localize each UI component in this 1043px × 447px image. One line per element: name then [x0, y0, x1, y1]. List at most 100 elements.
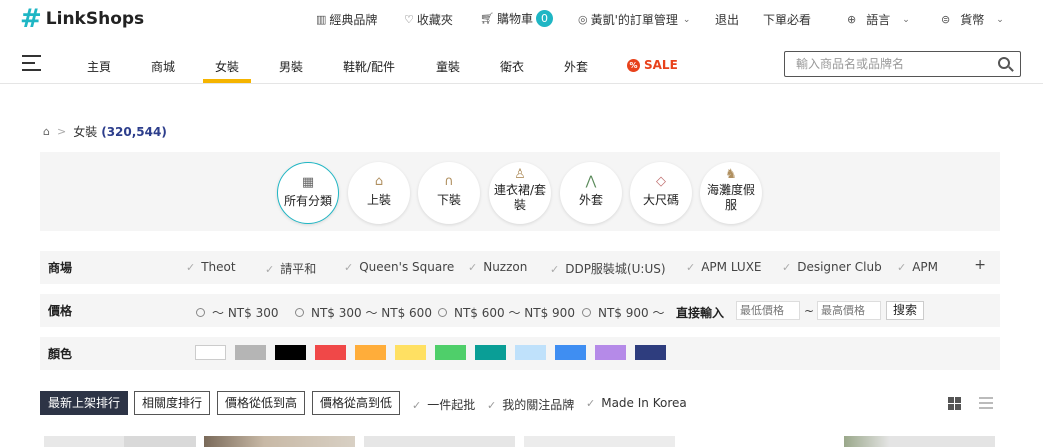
sort-relevance-button[interactable]: 相關度排行 — [134, 391, 211, 415]
top-nav-language[interactable]: ⊕ 語言 ⌄ — [847, 11, 910, 28]
mall-option[interactable]: ✓ 請平和 — [265, 260, 316, 277]
mall-option[interactable]: ✓ Theot — [186, 260, 236, 274]
breadcrumb-separator: > — [56, 125, 67, 138]
nav-item-mall[interactable]: 商城 — [151, 58, 175, 75]
top-nav-brands-label: 經典品牌 — [329, 13, 378, 27]
filter-made-in-korea-toggle[interactable]: ✓ Made In Korea — [586, 396, 687, 410]
top-nav-brands[interactable]: ▥ 經典品牌 — [316, 11, 377, 28]
nav-active-indicator — [203, 79, 251, 83]
category-outerwear[interactable]: ⋀ 外套 — [560, 162, 622, 224]
mall-option[interactable]: ✓ Designer Club — [782, 260, 882, 274]
menu-icon[interactable] — [22, 55, 41, 73]
nav-item-kids[interactable]: 童裝 — [436, 58, 460, 75]
color-swatch-black[interactable] — [275, 345, 306, 360]
price-option[interactable]: NT$ 900 ～ — [582, 304, 664, 321]
jacket-icon: ⋀ — [585, 174, 597, 189]
category-bottoms[interactable]: ∩ 下裝 — [418, 162, 480, 224]
category-tops[interactable]: ⌂ 上裝 — [348, 162, 410, 224]
category-label: 外套 — [578, 193, 603, 207]
color-swatch-red[interactable] — [315, 345, 346, 360]
mall-option[interactable]: ✓ APM — [897, 260, 938, 274]
product-thumbnail[interactable] — [44, 436, 124, 447]
category-plus-size[interactable]: ◇ 大尺碼 — [630, 162, 692, 224]
bunny-icon: ♞ — [725, 167, 737, 182]
top-nav-logout-label: 退出 — [715, 13, 740, 27]
top-nav-order-guide-label: 下單必看 — [763, 13, 812, 27]
logo-hash-icon: # — [20, 4, 42, 34]
color-swatch-blue[interactable] — [555, 345, 586, 360]
color-swatch-teal[interactable] — [475, 345, 506, 360]
sort-newest-button[interactable]: 最新上架排行 — [40, 391, 129, 415]
check-icon: ✓ — [782, 261, 792, 274]
price-option[interactable]: ～ NT$ 300 — [196, 304, 278, 321]
product-thumbnail[interactable] — [124, 436, 196, 447]
breadcrumb: ⌂ > 女裝 (320,544) — [43, 123, 167, 140]
check-icon: ✓ — [186, 261, 196, 274]
product-thumbnail[interactable] — [844, 436, 995, 447]
nav-item-shoes-accessories[interactable]: 鞋靴/配件 — [343, 58, 395, 75]
logo[interactable]: # LinkShops — [20, 4, 144, 34]
mall-option[interactable]: ✓ Nuzzon — [468, 260, 527, 274]
top-nav-orders[interactable]: ◎ 黃凱'的訂單管理 ⌄ — [578, 11, 690, 28]
sort-price-desc-button[interactable]: 價格從高到低 — [312, 391, 401, 415]
price-search-button[interactable]: 搜索 — [886, 301, 925, 320]
color-swatch-light-blue[interactable] — [515, 345, 546, 360]
top-nav-order-guide[interactable]: 下單必看 — [763, 11, 811, 28]
check-icon: ✓ — [265, 263, 275, 276]
color-swatch-gray[interactable] — [235, 345, 266, 360]
color-swatch-orange[interactable] — [355, 345, 386, 360]
mall-option[interactable]: ✓ DDP服裝城(U:US) — [550, 260, 666, 277]
color-swatch-purple[interactable] — [595, 345, 626, 360]
color-swatch-navy[interactable] — [635, 345, 666, 360]
color-swatch-white[interactable] — [195, 345, 226, 360]
nav-item-sale[interactable]: % SALE — [627, 58, 678, 72]
min-price-input[interactable] — [736, 301, 800, 320]
cart-icon: 🛒︎ — [480, 12, 494, 25]
product-thumbnail[interactable] — [524, 436, 675, 447]
check-icon: ✓ — [586, 397, 596, 410]
globe-icon: ⊕ — [847, 13, 857, 26]
max-price-input[interactable] — [817, 301, 881, 320]
check-icon: ✓ — [487, 399, 497, 412]
product-thumbnail[interactable] — [204, 436, 355, 447]
product-thumbnail[interactable] — [364, 436, 515, 447]
filter-followed-brands-toggle[interactable]: ✓ 我的關注品牌 — [487, 396, 574, 413]
top-nav-currency[interactable]: ⊜ 貨幣 ⌄ — [941, 11, 1004, 28]
list-view-icon[interactable] — [979, 397, 993, 410]
sort-price-asc-button[interactable]: 價格從低到高 — [217, 391, 306, 415]
home-icon[interactable]: ⌂ — [43, 125, 50, 138]
category-all[interactable]: ▦ 所有分類 — [277, 162, 339, 224]
grid-view-icon[interactable] — [948, 397, 961, 410]
nav-item-women[interactable]: 女裝 — [215, 58, 239, 75]
nav-item-outerwear[interactable]: 外套 — [564, 58, 588, 75]
search-box — [784, 51, 1021, 77]
chevron-down-icon: ⌄ — [902, 14, 910, 25]
mall-option[interactable]: ✓ Queen's Square — [344, 260, 454, 274]
nav-item-men[interactable]: 男裝 — [279, 58, 303, 75]
category-label: 上裝 — [366, 193, 391, 207]
grid-icon: ▦ — [301, 175, 315, 190]
mall-option[interactable]: ✓ APM LUXE — [686, 260, 762, 274]
color-swatch-yellow[interactable] — [395, 345, 426, 360]
top-nav-language-label: 語言 — [866, 13, 891, 27]
top-nav-cart[interactable]: 🛒︎ 購物車 0 — [480, 10, 553, 27]
category-beachwear[interactable]: ♞ 海灘度假服 — [700, 162, 762, 224]
category-label: 所有分類 — [283, 194, 332, 208]
category-label: 連衣裙/套裝 — [493, 183, 547, 212]
sale-label: SALE — [644, 58, 678, 72]
radio-icon — [196, 308, 205, 317]
color-swatch-green[interactable] — [435, 345, 466, 360]
price-option[interactable]: NT$ 300 ～ NT$ 600 — [295, 304, 432, 321]
nav-item-hoodies[interactable]: 衛衣 — [500, 58, 524, 75]
category-dresses[interactable]: ♙ 連衣裙/套裝 — [489, 162, 551, 224]
top-nav-favorites[interactable]: ♡ 收藏夾 — [404, 11, 453, 28]
check-icon: ✓ — [550, 263, 560, 276]
top-nav-logout[interactable]: 退出 — [715, 11, 739, 28]
top-nav-orders-label: 黃凱'的訂單管理 — [590, 13, 678, 27]
search-input[interactable] — [785, 52, 985, 76]
filter-single-piece-toggle[interactable]: ✓ 一件起批 — [412, 396, 475, 413]
nav-item-home[interactable]: 主頁 — [87, 58, 111, 75]
expand-malls-button[interactable]: + — [974, 257, 986, 273]
search-icon[interactable] — [998, 57, 1010, 69]
price-option[interactable]: NT$ 600 ～ NT$ 900 — [438, 304, 575, 321]
